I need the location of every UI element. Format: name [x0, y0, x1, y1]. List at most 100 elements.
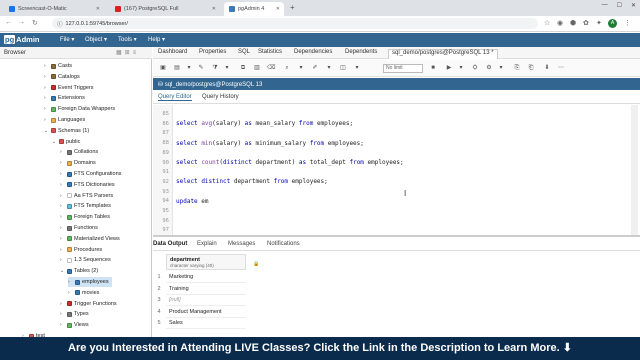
- puzzle-icon[interactable]: ✦: [596, 19, 602, 27]
- row-number[interactable]: 4: [153, 309, 165, 315]
- close-icon[interactable]: ✕: [212, 6, 216, 12]
- browser-tab-screencast[interactable]: Screencast-O-Matic ✕: [4, 2, 104, 16]
- rollback-icon[interactable]: ⎗: [527, 64, 535, 72]
- limit-select[interactable]: No limit: [383, 64, 423, 73]
- tree-item[interactable]: › Collations: [60, 147, 98, 157]
- tab-query-history[interactable]: Query History: [202, 94, 239, 100]
- save-icon[interactable]: ▤: [173, 64, 181, 72]
- menu-tools[interactable]: Tools ▾: [118, 36, 137, 43]
- back-icon[interactable]: ←: [5, 19, 12, 26]
- column-header[interactable]: department character varying (40) 🔒: [166, 254, 259, 270]
- close-window-icon[interactable]: ✕: [631, 2, 636, 9]
- tree-item[interactable]: › Types: [60, 309, 89, 319]
- tree-item[interactable]: › FTS Templates: [60, 201, 111, 211]
- menu-icon[interactable]: ⋮: [624, 19, 631, 27]
- tab-sql[interactable]: SQL: [238, 49, 250, 55]
- table-cell[interactable]: Marketing: [166, 272, 246, 283]
- edit-query-icon[interactable]: ✐: [311, 64, 319, 72]
- tree-item[interactable]: › movies: [68, 288, 99, 298]
- download-icon[interactable]: ⬇: [543, 64, 551, 72]
- reload-icon[interactable]: ↻: [32, 19, 38, 27]
- row-number[interactable]: 3: [153, 297, 165, 303]
- dropdown-icon[interactable]: ▾: [325, 64, 333, 72]
- tree-item[interactable]: › Materialized Views: [60, 234, 120, 244]
- tree-item[interactable]: › Casts: [44, 61, 72, 71]
- edit-icon[interactable]: ✎: [197, 64, 205, 72]
- chevron-right-icon[interactable]: ›: [60, 311, 65, 317]
- editor-scrollbar[interactable]: [631, 105, 638, 235]
- chevron-right-icon[interactable]: ›: [60, 301, 65, 307]
- dropdown-icon[interactable]: ▾: [297, 64, 305, 72]
- menu-help[interactable]: Help ▾: [148, 36, 165, 43]
- explain-icon[interactable]: ⛭: [471, 64, 479, 72]
- extension-icon[interactable]: ⬢: [570, 19, 576, 27]
- stop-icon[interactable]: ■: [429, 64, 437, 72]
- extension-icon[interactable]: ✿: [583, 19, 589, 27]
- chevron-down-icon[interactable]: ⌄: [44, 128, 49, 134]
- chevron-right-icon[interactable]: ›: [60, 203, 65, 209]
- info-icon[interactable]: ⓘ: [57, 20, 63, 28]
- tab-query-editor[interactable]: Query Editor: [158, 94, 192, 101]
- tree-item[interactable]: › Trigger Functions: [60, 299, 117, 309]
- chevron-right-icon[interactable]: ›: [60, 225, 65, 231]
- execute-icon[interactable]: ▶: [445, 64, 453, 72]
- dropdown-icon[interactable]: ▾: [223, 64, 231, 72]
- tree-item[interactable]: › 1.3 Sequences: [60, 255, 111, 265]
- chevron-right-icon[interactable]: ›: [68, 279, 73, 285]
- avatar[interactable]: A: [608, 19, 617, 28]
- tree-item[interactable]: ⌄ public: [52, 137, 80, 147]
- table-cell[interactable]: Sales: [166, 318, 246, 329]
- eraser-icon[interactable]: ◫: [339, 64, 347, 72]
- panel-splitter[interactable]: [153, 235, 640, 237]
- tab-explain[interactable]: Explain: [197, 241, 217, 247]
- tree-item[interactable]: › Extensions: [44, 93, 85, 103]
- delete-icon[interactable]: ⌫: [267, 64, 275, 72]
- paste-icon[interactable]: ▥: [253, 64, 261, 72]
- tab-messages[interactable]: Messages: [228, 241, 255, 247]
- tree-item[interactable]: › Procedures: [60, 245, 102, 255]
- chevron-right-icon[interactable]: ›: [44, 95, 49, 101]
- menu-file[interactable]: File ▾: [60, 36, 74, 43]
- menu-object[interactable]: Object ▾: [85, 36, 107, 43]
- tab-data-output[interactable]: Data Output: [153, 241, 187, 247]
- close-icon[interactable]: ✕: [276, 6, 280, 12]
- table-cell[interactable]: [null]: [166, 295, 246, 306]
- browser-tab-pgadmin[interactable]: pgAdmin 4 ✕: [224, 2, 284, 16]
- chevron-right-icon[interactable]: ›: [60, 214, 65, 220]
- chevron-down-icon[interactable]: ⌄: [60, 268, 65, 274]
- chevron-right-icon[interactable]: ›: [60, 322, 65, 328]
- commit-icon[interactable]: ⎘: [513, 64, 521, 72]
- tree-item[interactable]: › Functions: [60, 223, 98, 233]
- chevron-right-icon[interactable]: ›: [60, 247, 65, 253]
- tree-item[interactable]: › Catalogs: [44, 72, 80, 82]
- chevron-right-icon[interactable]: ›: [44, 85, 49, 91]
- tree-item[interactable]: › employees: [68, 277, 112, 287]
- chevron-right-icon[interactable]: ›: [60, 257, 65, 263]
- browser-toolbar-icons[interactable]: ▦⊞≡: [116, 49, 139, 56]
- dropdown-icon[interactable]: ▾: [185, 64, 193, 72]
- tree-item[interactable]: › Aa FTS Parsers: [60, 191, 113, 201]
- tree-item[interactable]: ⌄ Tables (2): [60, 266, 98, 276]
- tree-item[interactable]: › Domains: [60, 158, 96, 168]
- tree-item[interactable]: ⌄ Schemas (1): [44, 126, 89, 136]
- tree-item[interactable]: › Foreign Data Wrappers: [44, 104, 115, 114]
- open-file-icon[interactable]: ▣: [159, 64, 167, 72]
- copy-icon[interactable]: ⧉: [239, 64, 247, 72]
- search-icon[interactable]: ⌕: [283, 64, 291, 72]
- tab-dependents[interactable]: Dependents: [345, 49, 377, 55]
- minimize-icon[interactable]: —: [602, 2, 608, 9]
- tree-item[interactable]: › Event Triggers: [44, 83, 93, 93]
- chevron-right-icon[interactable]: ›: [60, 149, 65, 155]
- chevron-down-icon[interactable]: ⌄: [52, 139, 57, 145]
- chevron-right-icon[interactable]: ›: [60, 193, 65, 199]
- tab-dashboard[interactable]: Dashboard: [158, 49, 187, 55]
- maximize-icon[interactable]: ☐: [617, 2, 622, 9]
- tree-item[interactable]: › Languages: [44, 115, 85, 125]
- tab-notifications[interactable]: Notifications: [267, 241, 300, 247]
- chevron-right-icon[interactable]: ›: [44, 106, 49, 112]
- row-number[interactable]: 5: [153, 320, 165, 326]
- row-number[interactable]: 2: [153, 286, 165, 292]
- star-icon[interactable]: ☆: [544, 19, 550, 27]
- chevron-right-icon[interactable]: ›: [44, 117, 49, 123]
- dropdown-icon[interactable]: ▾: [457, 64, 465, 72]
